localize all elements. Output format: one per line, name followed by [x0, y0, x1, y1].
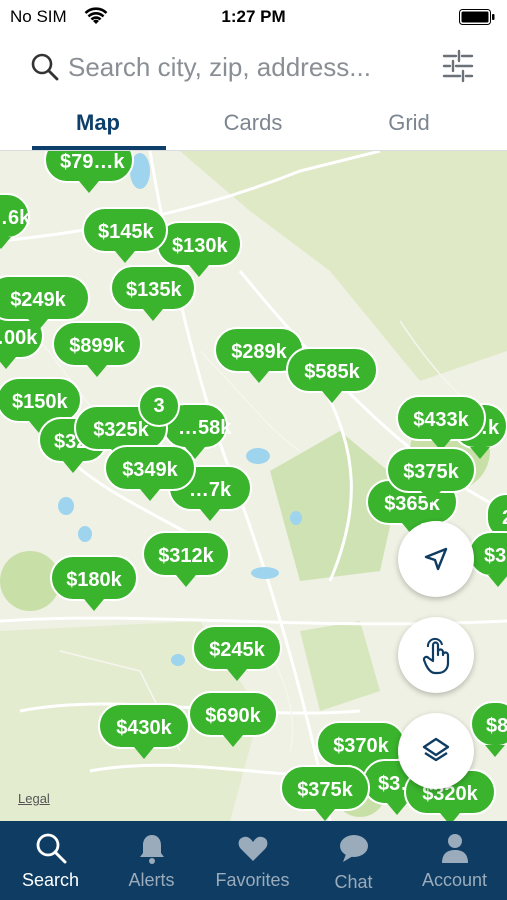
price-pin[interactable]: $375k	[386, 447, 476, 503]
status-bar: No SIM 1:27 PM	[0, 0, 507, 36]
price-pin[interactable]: $349k	[104, 445, 196, 501]
location-arrow-icon	[424, 547, 448, 571]
active-tab-indicator	[32, 146, 166, 150]
tab-map[interactable]: Map	[38, 110, 158, 136]
nav-favorites-label: Favorites	[215, 870, 290, 890]
price-pin[interactable]: $312k	[142, 531, 230, 587]
touch-draw-icon	[422, 637, 450, 675]
bell-icon	[140, 835, 164, 864]
nav-alerts-label: Alerts	[128, 870, 175, 890]
price-pin[interactable]: $180k	[50, 555, 138, 611]
draw-area-button[interactable]	[398, 617, 474, 693]
price-pin[interactable]: $249k	[0, 275, 90, 331]
clock: 1:27 PM	[221, 7, 286, 26]
nav-account-label: Account	[421, 870, 488, 890]
person-icon	[442, 834, 468, 863]
nav-chat-label: Chat	[334, 872, 373, 892]
nav-favorites[interactable]: Favorites	[202, 821, 303, 900]
search-icon	[31, 53, 59, 81]
listing-cluster[interactable]: 3	[138, 385, 180, 427]
price-pin[interactable]: $245k	[192, 625, 282, 681]
price-pin[interactable]: $430k	[98, 703, 190, 759]
tab-grid[interactable]: Grid	[349, 110, 469, 136]
nav-chat[interactable]: Chat	[303, 821, 404, 900]
battery-icon	[459, 9, 495, 25]
tab-cards[interactable]: Cards	[193, 110, 313, 136]
price-pin[interactable]: $32…	[468, 531, 507, 587]
price-pin[interactable]: $79…k	[44, 151, 134, 193]
map-view[interactable]: $79…k …6k …00k $249k $130k $145k $135k $…	[0, 151, 507, 821]
nav-search[interactable]: Search	[0, 821, 101, 900]
map-layers-button[interactable]	[398, 713, 474, 789]
layers-icon	[422, 737, 450, 762]
price-pin[interactable]: $145k	[82, 207, 168, 263]
price-pin[interactable]: $375k	[280, 765, 370, 821]
price-pin[interactable]: $899k	[52, 321, 142, 377]
chat-icon	[340, 835, 368, 862]
price-pin[interactable]: $690k	[188, 691, 278, 747]
view-tabs: Map Cards Grid	[0, 98, 507, 151]
map-legal-link[interactable]: Legal	[18, 791, 50, 806]
price-pin[interactable]: $585k	[286, 347, 378, 403]
search-icon	[36, 833, 67, 864]
filter-sliders-icon[interactable]	[440, 48, 476, 84]
heart-icon	[238, 836, 268, 861]
price-pin[interactable]: $130k	[156, 221, 242, 277]
nav-alerts[interactable]: Alerts	[101, 821, 202, 900]
nav-account[interactable]: Account	[404, 821, 505, 900]
price-pin[interactable]: $433k	[396, 395, 486, 451]
bottom-tab-bar: Search Alerts Favorites Chat Account	[0, 821, 507, 900]
nav-search-label: Search	[21, 870, 80, 890]
search-input[interactable]	[68, 46, 428, 88]
price-pin[interactable]: $135k	[110, 265, 196, 321]
locate-me-button[interactable]	[398, 521, 474, 597]
search-bar	[0, 36, 507, 98]
